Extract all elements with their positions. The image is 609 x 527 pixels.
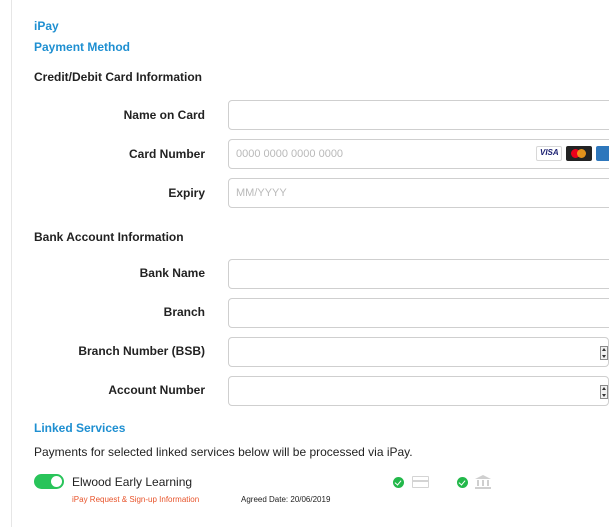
- account-number-label: Account Number: [108, 383, 205, 397]
- branch-input[interactable]: [228, 298, 609, 328]
- service-toggle[interactable]: [34, 474, 64, 489]
- amex-icon: [596, 146, 609, 161]
- card-number-label: Card Number: [128, 147, 205, 161]
- linked-services-description: Payments for selected linked services be…: [34, 445, 413, 459]
- name-on-card-input[interactable]: [228, 100, 609, 130]
- account-number-input[interactable]: [228, 376, 609, 406]
- bank-section-title: Bank Account Information: [34, 230, 184, 244]
- card-linked-check-icon: [393, 477, 404, 488]
- credit-card-icon: [412, 476, 429, 488]
- bank-name-label: Bank Name: [139, 266, 205, 280]
- account-number-spinner[interactable]: [600, 385, 608, 399]
- visa-icon: VISA: [536, 146, 562, 161]
- bsb-input[interactable]: [228, 337, 609, 367]
- page-title: Payment Method: [34, 40, 131, 54]
- linked-services-title: Linked Services: [34, 421, 126, 435]
- content-border: [11, 0, 12, 527]
- expiry-label: Expiry: [168, 186, 205, 200]
- expiry-input[interactable]: [228, 178, 609, 208]
- name-on-card-label: Name on Card: [123, 108, 205, 122]
- bsb-label: Branch Number (BSB): [78, 344, 205, 358]
- agreed-date: Agreed Date: 20/06/2019: [241, 495, 331, 504]
- card-section-title: Credit/Debit Card Information: [34, 70, 203, 84]
- app-title: iPay: [34, 19, 59, 33]
- bank-icon: [475, 475, 491, 489]
- bsb-spinner[interactable]: [600, 346, 608, 360]
- service-name: Elwood Early Learning: [72, 475, 193, 489]
- bank-name-input[interactable]: [228, 259, 609, 289]
- branch-label: Branch: [163, 305, 205, 319]
- bank-linked-check-icon: [457, 477, 468, 488]
- sign-up-info-link[interactable]: iPay Request & Sign-up Information: [72, 495, 199, 504]
- mastercard-icon: [566, 146, 592, 161]
